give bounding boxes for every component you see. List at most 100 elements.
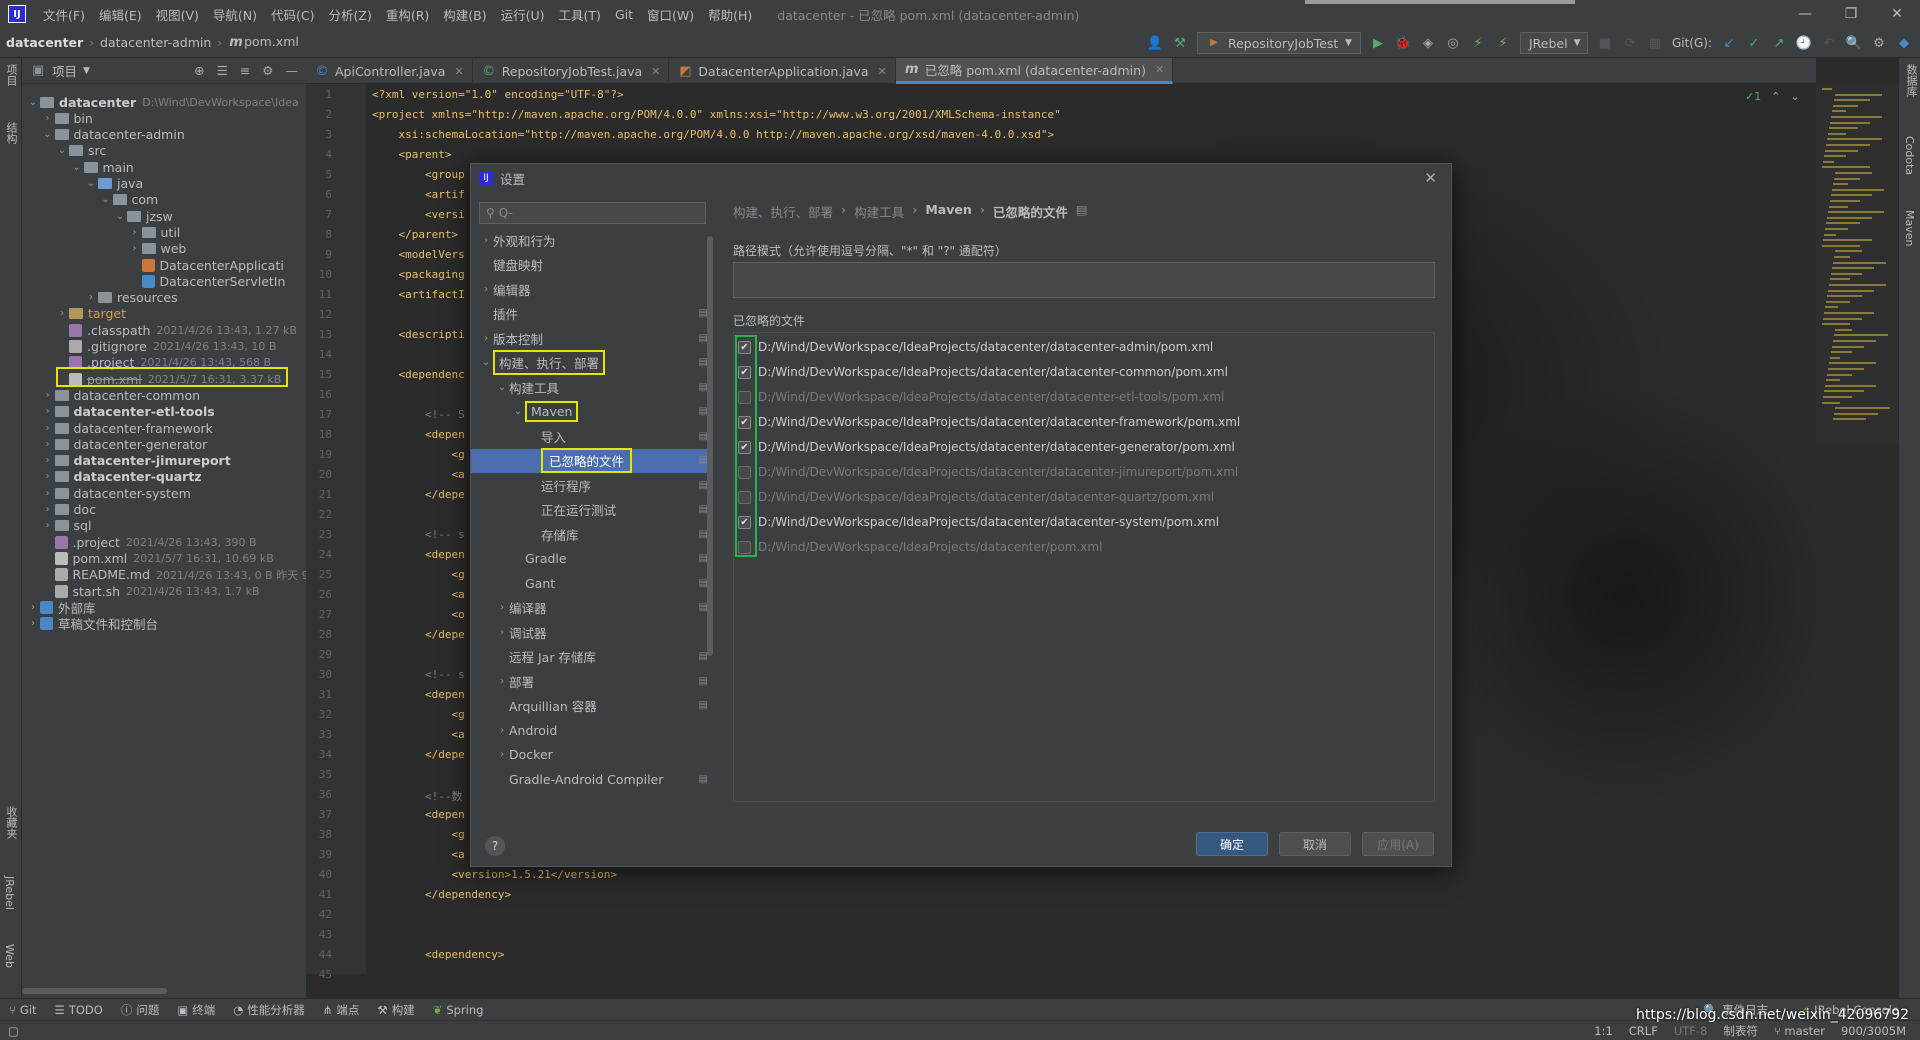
chevron-right-icon[interactable]: › [41, 488, 55, 499]
line-separator[interactable]: CRLF [1621, 1024, 1666, 1038]
git-commit-icon[interactable]: ✓ [1746, 35, 1762, 51]
collapse-all-icon[interactable]: ≡ [240, 63, 250, 78]
checkbox-unchecked[interactable] [738, 390, 751, 404]
chevron-right-icon[interactable]: › [41, 439, 55, 450]
stripe-favorites-tab[interactable]: 收藏夹 [3, 806, 19, 839]
tab-pom-ignored[interactable]: m 已忽略 pom.xml (datacenter-admin) ✕ [895, 58, 1174, 84]
menu-code[interactable]: 代码(C) [264, 5, 321, 24]
breadcrumb-file[interactable]: mpom.xml [222, 34, 305, 51]
tree-item[interactable]: › 草稿文件和控制台 [26, 614, 158, 634]
close-icon[interactable]: ✕ [1155, 63, 1164, 76]
chevron-right-icon[interactable]: › [495, 676, 509, 687]
gear-icon[interactable]: ⚙ [262, 63, 273, 78]
chevron-right-icon[interactable]: › [41, 113, 55, 124]
menu-tools[interactable]: 工具(T) [552, 5, 608, 24]
chevron-right-icon[interactable]: › [41, 390, 55, 401]
chevron-right-icon[interactable]: › [26, 602, 40, 613]
ignored-file-item[interactable]: ✔ D:/Wind/DevWorkspace/IdeaProjects/datac… [738, 336, 1213, 358]
menu-navigate[interactable]: 导航(N) [206, 5, 264, 24]
chevron-right-icon[interactable]: › [495, 725, 509, 736]
chevron-down-icon[interactable]: ⌄ [495, 382, 509, 393]
chevron-down-icon[interactable]: ⌄ [511, 406, 525, 417]
jrebel-dropdown[interactable]: JRebel ▼ [1519, 32, 1588, 54]
chevron-right-icon[interactable]: › [55, 308, 69, 319]
menu-view[interactable]: 视图(V) [149, 5, 206, 24]
user-icon[interactable]: 👤 [1147, 35, 1163, 51]
settings-gear-icon[interactable]: ⚙ [1871, 35, 1887, 51]
search-icon[interactable]: 🔍 [1846, 35, 1862, 51]
jrebel-debug-icon[interactable]: ⚡ [1495, 35, 1511, 51]
settings-tree-item[interactable]: › Android [495, 718, 707, 742]
chevron-right-icon[interactable]: › [495, 602, 509, 613]
settings-tree-item[interactable]: › 版本控制 ▤ [479, 326, 708, 350]
settings-tree-item[interactable]: › Docker [495, 743, 707, 767]
tool-spring[interactable]: ❦ Spring [424, 1003, 493, 1017]
path-pattern-input[interactable] [733, 262, 1435, 298]
settings-tree-item[interactable]: › 编辑器 [479, 277, 707, 301]
file-encoding[interactable]: UTF-8 [1666, 1024, 1716, 1038]
project-panel-title[interactable]: 项目 [52, 61, 77, 80]
git-branch[interactable]: ⑂ master [1766, 1024, 1833, 1038]
stripe-jrebel-tab[interactable]: JRebel [3, 876, 16, 910]
stripe-project-tab[interactable]: 项目 [3, 64, 19, 86]
tool-profiler[interactable]: ◔ 性能分析器 [224, 1002, 314, 1018]
close-icon[interactable]: ✕ [1424, 169, 1437, 187]
settings-tree-item[interactable]: Gradle ▤ [511, 547, 708, 571]
settings-tree-item[interactable]: Gant ▤ [511, 571, 708, 595]
settings-tree-item[interactable]: ⌄ 构建、执行、部署 ▤ [479, 350, 708, 375]
chevron-down-icon[interactable]: ⌄ [99, 194, 113, 205]
checkbox-unchecked[interactable] [738, 465, 751, 479]
settings-tree-item[interactable]: ⌄ 构建工具 ▤ [495, 375, 708, 399]
settings-tree-item[interactable]: › 外观和行为 [479, 228, 707, 252]
breadcrumb-project[interactable]: datacenter [0, 35, 89, 50]
stripe-structure-tab[interactable]: 结构 [3, 122, 19, 144]
stripe-database-tab[interactable]: 数据库 [1903, 64, 1919, 97]
stripe-codota-tab[interactable]: Codota [1903, 136, 1916, 175]
breadcrumb-maven[interactable]: Maven [925, 202, 971, 221]
tab-repository-job-test[interactable]: © RepositoryJobTest.java ✕ [473, 58, 670, 84]
tool-git[interactable]: ⑂ Git [0, 1003, 46, 1017]
menu-build[interactable]: 构建(B) [436, 5, 493, 24]
git-update-icon[interactable]: ↙ [1721, 35, 1737, 51]
settings-tree-scrollbar[interactable] [707, 236, 713, 656]
checkbox-checked[interactable]: ✔ [738, 365, 751, 379]
stripe-web-tab[interactable]: Web [3, 944, 16, 968]
chevron-down-icon[interactable]: ⌄ [113, 211, 127, 222]
breadcrumb-build-tools[interactable]: 构建工具 [854, 202, 904, 221]
stripe-maven-tab[interactable]: Maven [1903, 210, 1916, 246]
history-icon[interactable]: 🕘 [1796, 35, 1812, 51]
inspection-widget[interactable]: ✓1 ⌃ ⌄ [1745, 90, 1800, 103]
run-config-dropdown[interactable]: ▶ RepositoryJobTest ▼ [1196, 32, 1361, 54]
chevron-right-icon[interactable]: › [479, 284, 493, 295]
close-icon[interactable]: ✕ [651, 65, 660, 78]
chevron-down-icon[interactable]: ⌄ [55, 145, 69, 156]
caret-position[interactable]: 1:1 [1586, 1024, 1621, 1038]
rollback-icon[interactable]: ↶ [1821, 35, 1837, 51]
checkbox-checked[interactable]: ✔ [738, 440, 751, 454]
tool-endpoints[interactable]: ⋔ 端点 [314, 1002, 369, 1018]
menu-git[interactable]: Git [608, 7, 640, 22]
settings-tree-item[interactable]: 插件 ▤ [479, 302, 708, 326]
chevron-down-icon[interactable]: ⌄ [1790, 90, 1799, 103]
status-layout-icon[interactable]: ▢ [0, 1024, 27, 1038]
run-icon[interactable]: ▶ [1370, 35, 1386, 51]
coverage-icon[interactable]: ◈ [1420, 35, 1436, 51]
chevron-right-icon[interactable]: › [495, 627, 509, 638]
checkbox-checked[interactable]: ✔ [738, 415, 751, 429]
settings-tree-item[interactable]: 运行程序 ▤ [527, 473, 708, 497]
layout-icon[interactable]: ▦ [1647, 35, 1663, 51]
settings-tree-item[interactable]: › 调试器 [495, 620, 707, 644]
breadcrumb-module[interactable]: datacenter-admin [94, 35, 217, 50]
settings-tree-item[interactable]: › 部署 ▤ [495, 669, 708, 693]
codota-icon[interactable]: ◆ [1896, 35, 1912, 51]
chevron-right-icon[interactable]: › [41, 471, 55, 482]
locate-icon[interactable]: ⊕ [194, 63, 204, 78]
checkbox-checked[interactable]: ✔ [738, 340, 751, 354]
restore-icon[interactable]: ❐ [1828, 0, 1874, 28]
stop-icon[interactable]: ■ [1597, 35, 1613, 51]
close-window-icon[interactable]: ✕ [1874, 0, 1920, 28]
ignored-file-item[interactable]: ✔ D:/Wind/DevWorkspace/IdeaProjects/datac… [738, 411, 1240, 433]
chevron-down-icon[interactable]: ▼ [83, 66, 90, 76]
profile-icon[interactable]: ◎ [1445, 35, 1461, 51]
menu-analyze[interactable]: 分析(Z) [322, 5, 379, 24]
